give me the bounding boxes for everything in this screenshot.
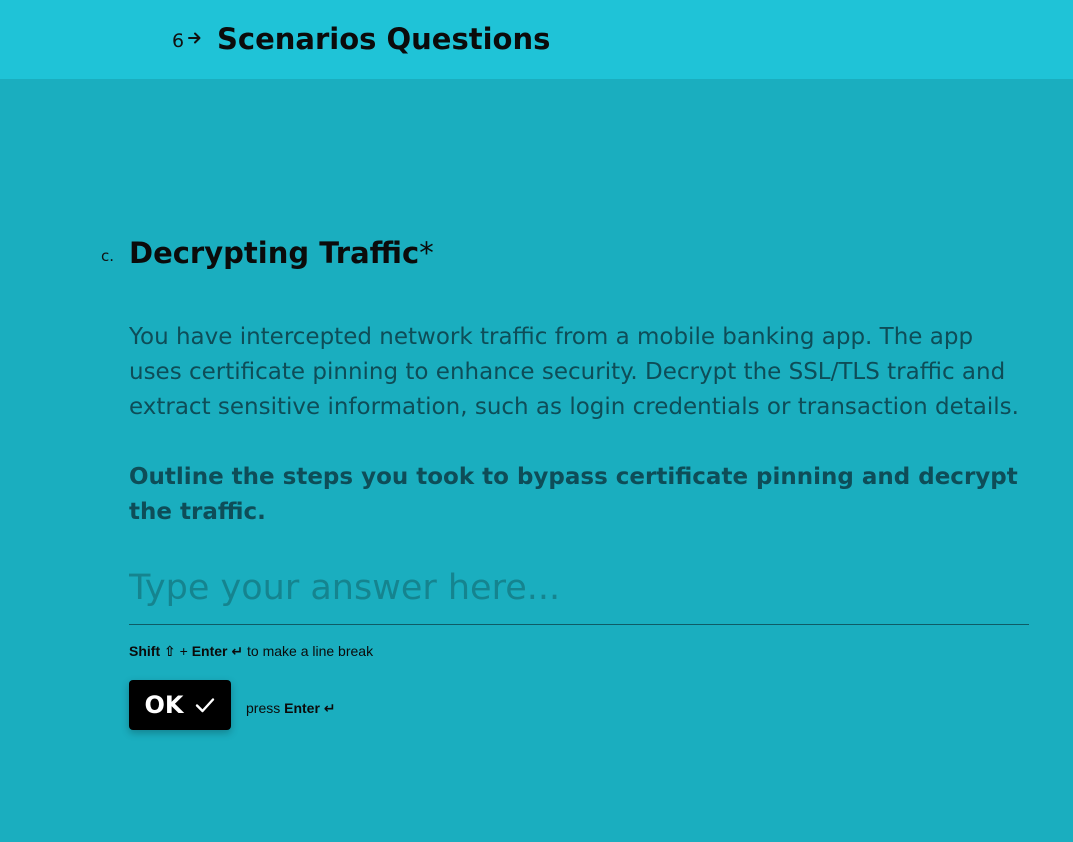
press-prefix: press [246, 700, 285, 716]
question-letter: c. [101, 247, 115, 265]
line-break-hint: Shift ⇧ + Enter ↵ to make a line break [129, 643, 373, 660]
hint-suffix: to make a line break [243, 643, 374, 659]
question-title: Decrypting Traffic* [129, 236, 434, 270]
arrow-right-icon [188, 32, 201, 44]
question-description: You have intercepted network traffic fro… [129, 324, 1019, 420]
check-icon [195, 698, 214, 713]
ok-button[interactable]: OK [129, 680, 231, 730]
question-title-text: Decrypting Traffic [129, 236, 420, 270]
section-title: Scenarios Questions [217, 22, 551, 56]
hint-plus: + [175, 643, 192, 659]
answer-input[interactable] [129, 568, 1029, 625]
shift-key-label: Shift ⇧ [129, 643, 176, 659]
header-bar: 6 Scenarios Questions [0, 0, 1073, 79]
question-number: 6 [172, 30, 185, 52]
enter-key-label: Enter ↵ [191, 643, 244, 659]
ok-button-label: OK [144, 691, 184, 719]
question-prompt: Outline the steps you took to bypass cer… [129, 464, 1018, 525]
press-enter-hint: press Enter ↵ [246, 700, 336, 717]
required-mark: * [419, 236, 434, 270]
press-enter-key: Enter ↵ [284, 700, 336, 716]
